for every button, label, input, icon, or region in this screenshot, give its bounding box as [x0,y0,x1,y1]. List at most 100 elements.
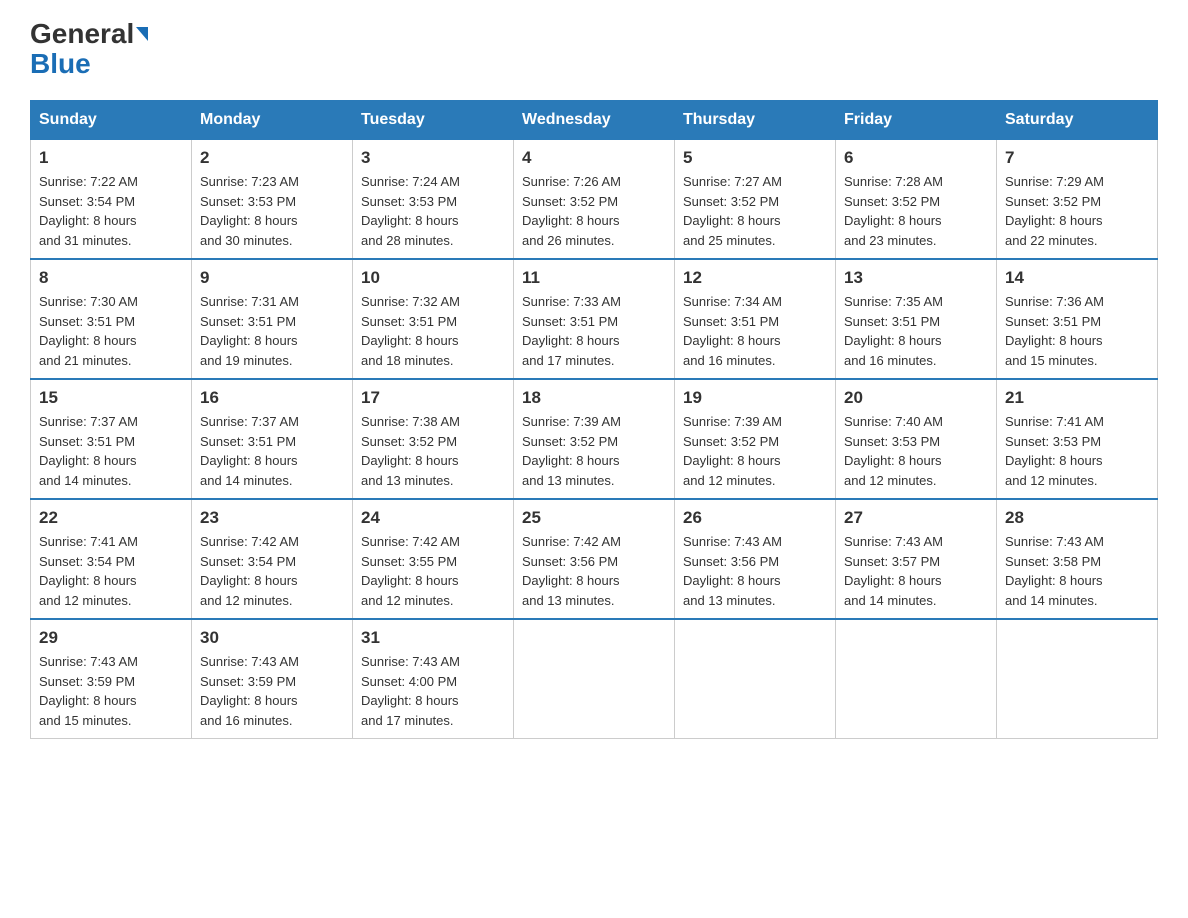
day-cell [514,619,675,739]
day-cell: 11 Sunrise: 7:33 AM Sunset: 3:51 PM Dayl… [514,259,675,379]
day-number: 2 [200,148,344,168]
day-cell: 30 Sunrise: 7:43 AM Sunset: 3:59 PM Dayl… [192,619,353,739]
day-number: 7 [1005,148,1149,168]
day-info: Sunrise: 7:28 AM Sunset: 3:52 PM Dayligh… [844,172,988,250]
day-info: Sunrise: 7:22 AM Sunset: 3:54 PM Dayligh… [39,172,183,250]
logo-general: General [30,20,134,48]
day-cell: 7 Sunrise: 7:29 AM Sunset: 3:52 PM Dayli… [997,140,1158,260]
header-friday: Friday [836,101,997,140]
day-cell: 27 Sunrise: 7:43 AM Sunset: 3:57 PM Dayl… [836,499,997,619]
day-number: 31 [361,628,505,648]
day-info: Sunrise: 7:26 AM Sunset: 3:52 PM Dayligh… [522,172,666,250]
day-number: 14 [1005,268,1149,288]
header-tuesday: Tuesday [353,101,514,140]
day-number: 6 [844,148,988,168]
day-cell: 10 Sunrise: 7:32 AM Sunset: 3:51 PM Dayl… [353,259,514,379]
day-cell: 18 Sunrise: 7:39 AM Sunset: 3:52 PM Dayl… [514,379,675,499]
day-info: Sunrise: 7:43 AM Sunset: 3:59 PM Dayligh… [200,652,344,730]
day-number: 18 [522,388,666,408]
day-cell: 25 Sunrise: 7:42 AM Sunset: 3:56 PM Dayl… [514,499,675,619]
day-cell [836,619,997,739]
day-number: 15 [39,388,183,408]
day-cell: 13 Sunrise: 7:35 AM Sunset: 3:51 PM Dayl… [836,259,997,379]
day-cell: 19 Sunrise: 7:39 AM Sunset: 3:52 PM Dayl… [675,379,836,499]
day-number: 30 [200,628,344,648]
day-cell: 1 Sunrise: 7:22 AM Sunset: 3:54 PM Dayli… [31,140,192,260]
day-cell: 8 Sunrise: 7:30 AM Sunset: 3:51 PM Dayli… [31,259,192,379]
day-number: 28 [1005,508,1149,528]
day-info: Sunrise: 7:39 AM Sunset: 3:52 PM Dayligh… [683,412,827,490]
day-number: 20 [844,388,988,408]
day-info: Sunrise: 7:41 AM Sunset: 3:54 PM Dayligh… [39,532,183,610]
logo: General Blue [30,20,148,80]
day-cell: 28 Sunrise: 7:43 AM Sunset: 3:58 PM Dayl… [997,499,1158,619]
day-cell: 21 Sunrise: 7:41 AM Sunset: 3:53 PM Dayl… [997,379,1158,499]
day-number: 17 [361,388,505,408]
day-number: 10 [361,268,505,288]
day-number: 21 [1005,388,1149,408]
page-header: General Blue [30,20,1158,80]
day-number: 12 [683,268,827,288]
week-row-3: 15 Sunrise: 7:37 AM Sunset: 3:51 PM Dayl… [31,379,1158,499]
day-number: 26 [683,508,827,528]
day-cell: 4 Sunrise: 7:26 AM Sunset: 3:52 PM Dayli… [514,140,675,260]
day-cell: 17 Sunrise: 7:38 AM Sunset: 3:52 PM Dayl… [353,379,514,499]
day-info: Sunrise: 7:33 AM Sunset: 3:51 PM Dayligh… [522,292,666,370]
day-info: Sunrise: 7:37 AM Sunset: 3:51 PM Dayligh… [39,412,183,490]
day-cell: 22 Sunrise: 7:41 AM Sunset: 3:54 PM Dayl… [31,499,192,619]
week-row-5: 29 Sunrise: 7:43 AM Sunset: 3:59 PM Dayl… [31,619,1158,739]
day-info: Sunrise: 7:43 AM Sunset: 3:57 PM Dayligh… [844,532,988,610]
day-info: Sunrise: 7:40 AM Sunset: 3:53 PM Dayligh… [844,412,988,490]
day-number: 13 [844,268,988,288]
day-number: 8 [39,268,183,288]
day-number: 5 [683,148,827,168]
day-number: 16 [200,388,344,408]
header-thursday: Thursday [675,101,836,140]
week-row-2: 8 Sunrise: 7:30 AM Sunset: 3:51 PM Dayli… [31,259,1158,379]
day-cell: 31 Sunrise: 7:43 AM Sunset: 4:00 PM Dayl… [353,619,514,739]
day-number: 22 [39,508,183,528]
day-number: 3 [361,148,505,168]
day-info: Sunrise: 7:43 AM Sunset: 3:56 PM Dayligh… [683,532,827,610]
calendar-header-row: SundayMondayTuesdayWednesdayThursdayFrid… [31,101,1158,140]
day-info: Sunrise: 7:31 AM Sunset: 3:51 PM Dayligh… [200,292,344,370]
logo-arrow-icon [136,27,148,41]
day-cell: 23 Sunrise: 7:42 AM Sunset: 3:54 PM Dayl… [192,499,353,619]
day-number: 29 [39,628,183,648]
day-info: Sunrise: 7:27 AM Sunset: 3:52 PM Dayligh… [683,172,827,250]
header-sunday: Sunday [31,101,192,140]
day-info: Sunrise: 7:34 AM Sunset: 3:51 PM Dayligh… [683,292,827,370]
day-info: Sunrise: 7:24 AM Sunset: 3:53 PM Dayligh… [361,172,505,250]
day-cell: 16 Sunrise: 7:37 AM Sunset: 3:51 PM Dayl… [192,379,353,499]
day-number: 27 [844,508,988,528]
header-monday: Monday [192,101,353,140]
day-info: Sunrise: 7:32 AM Sunset: 3:51 PM Dayligh… [361,292,505,370]
day-info: Sunrise: 7:42 AM Sunset: 3:54 PM Dayligh… [200,532,344,610]
day-info: Sunrise: 7:37 AM Sunset: 3:51 PM Dayligh… [200,412,344,490]
day-info: Sunrise: 7:43 AM Sunset: 3:59 PM Dayligh… [39,652,183,730]
day-info: Sunrise: 7:35 AM Sunset: 3:51 PM Dayligh… [844,292,988,370]
day-info: Sunrise: 7:43 AM Sunset: 3:58 PM Dayligh… [1005,532,1149,610]
day-number: 24 [361,508,505,528]
day-cell: 24 Sunrise: 7:42 AM Sunset: 3:55 PM Dayl… [353,499,514,619]
day-info: Sunrise: 7:23 AM Sunset: 3:53 PM Dayligh… [200,172,344,250]
day-info: Sunrise: 7:38 AM Sunset: 3:52 PM Dayligh… [361,412,505,490]
day-cell: 2 Sunrise: 7:23 AM Sunset: 3:53 PM Dayli… [192,140,353,260]
day-number: 9 [200,268,344,288]
day-cell [675,619,836,739]
day-number: 4 [522,148,666,168]
day-cell: 26 Sunrise: 7:43 AM Sunset: 3:56 PM Dayl… [675,499,836,619]
day-cell: 5 Sunrise: 7:27 AM Sunset: 3:52 PM Dayli… [675,140,836,260]
day-cell: 6 Sunrise: 7:28 AM Sunset: 3:52 PM Dayli… [836,140,997,260]
day-info: Sunrise: 7:39 AM Sunset: 3:52 PM Dayligh… [522,412,666,490]
calendar-table: SundayMondayTuesdayWednesdayThursdayFrid… [30,100,1158,739]
day-cell [997,619,1158,739]
day-info: Sunrise: 7:42 AM Sunset: 3:55 PM Dayligh… [361,532,505,610]
day-cell: 14 Sunrise: 7:36 AM Sunset: 3:51 PM Dayl… [997,259,1158,379]
day-number: 1 [39,148,183,168]
day-info: Sunrise: 7:41 AM Sunset: 3:53 PM Dayligh… [1005,412,1149,490]
day-info: Sunrise: 7:43 AM Sunset: 4:00 PM Dayligh… [361,652,505,730]
day-number: 25 [522,508,666,528]
header-saturday: Saturday [997,101,1158,140]
day-info: Sunrise: 7:30 AM Sunset: 3:51 PM Dayligh… [39,292,183,370]
